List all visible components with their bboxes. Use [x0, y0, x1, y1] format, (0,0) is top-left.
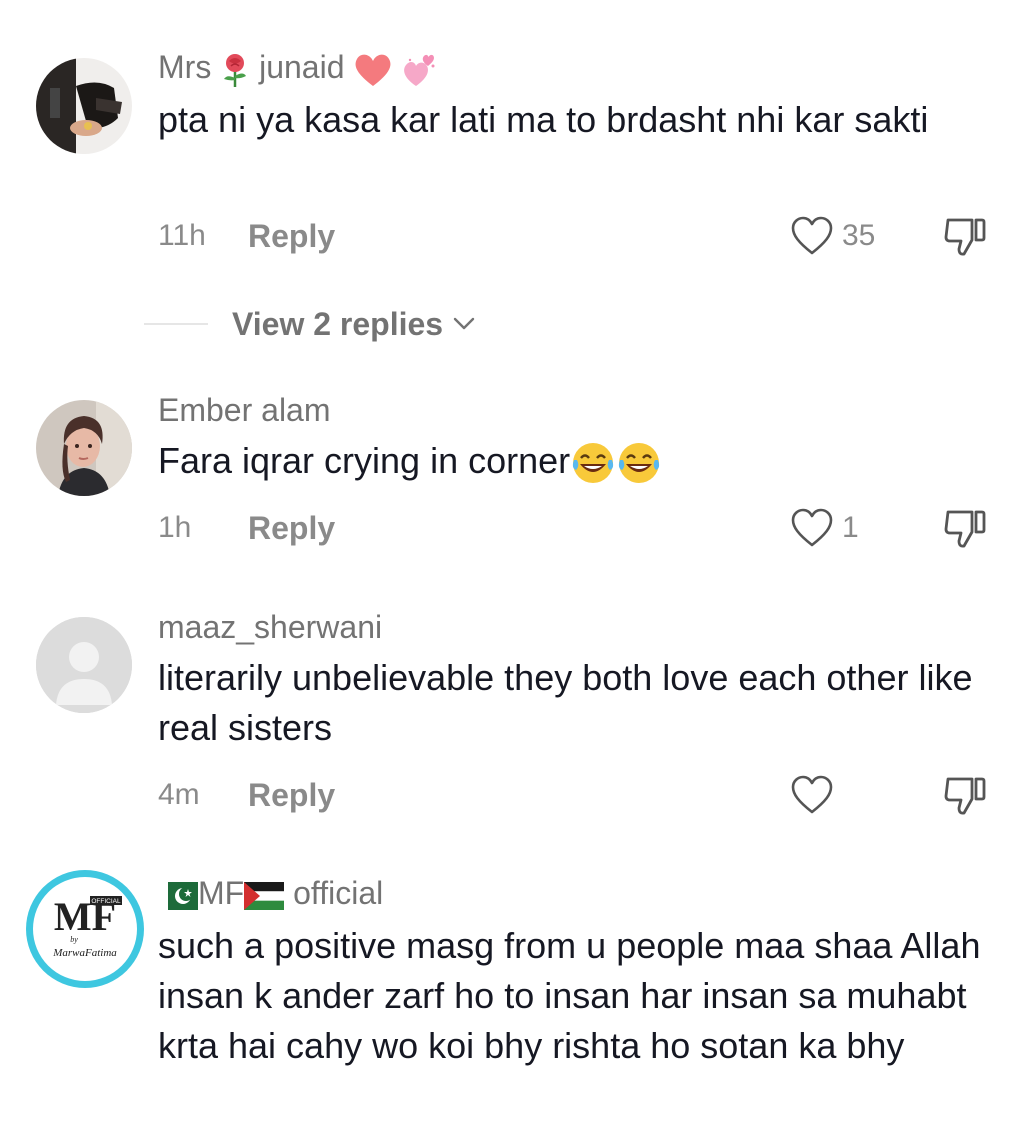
comment-actions: 1h Reply 1 [158, 508, 998, 548]
reply-button[interactable]: Reply [248, 508, 335, 548]
reply-button[interactable]: Reply [248, 216, 335, 256]
thumbs-down-icon [944, 510, 986, 548]
heart-outline-icon [791, 508, 833, 547]
comment-timestamp: 4m [158, 778, 200, 811]
comment-text-content: Fara iqrar crying in corner [158, 440, 571, 481]
comment-actions: 4m Reply [158, 775, 998, 815]
comment-timestamp: 1h [158, 511, 192, 544]
avatar[interactable] [36, 58, 132, 154]
thumbs-down-icon [944, 218, 986, 256]
laughing-tears-emoji [573, 443, 614, 484]
heart-outline-icon [791, 216, 833, 255]
rose-emoji [224, 53, 247, 87]
comment-text: such a positive masg from u people maa s… [158, 925, 981, 1066]
comment-timestamp: 11h [158, 219, 206, 252]
palestine-flag-icon [244, 881, 285, 910]
sparkling-hearts-emoji [404, 54, 435, 86]
reply-button[interactable]: Reply [248, 775, 335, 815]
comment-text: pta ni ya kasa kar lati ma to brdasht nh… [158, 99, 929, 140]
heart-outline-icon [791, 775, 833, 814]
comment-text: Fara iqrar crying in corner [158, 436, 988, 486]
view-replies-label: View 2 replies [232, 305, 444, 342]
avatar-name: MarwaFatima [52, 947, 117, 959]
chevron-down-icon [453, 317, 475, 330]
avatar[interactable] [36, 617, 132, 713]
comment-username[interactable]: MF official [158, 874, 383, 912]
heart-emoji [355, 54, 391, 86]
like-count: 35 [842, 219, 876, 252]
dislike-button[interactable] [942, 214, 988, 258]
avatar[interactable]: MF OFFICIAL by MarwaFatima [24, 868, 146, 990]
comment-actions: 11h Reply 35 [158, 216, 998, 256]
thumbs-down-icon [944, 777, 986, 815]
like-count: 1 [842, 511, 859, 544]
dislike-button[interactable] [942, 506, 988, 550]
avatar-official: OFFICIAL [91, 898, 121, 905]
comment-username[interactable]: Ember alam [158, 391, 331, 429]
comment-username[interactable]: Mrs junaid [158, 48, 438, 88]
default-avatar-icon [36, 617, 132, 713]
pakistan-flag-icon [158, 881, 198, 910]
view-replies-button[interactable]: View 2 replies [144, 302, 475, 346]
comment-username[interactable]: maaz_sherwani [158, 608, 382, 646]
avatar[interactable] [36, 400, 132, 496]
laughing-tears-emoji [619, 443, 660, 484]
dislike-button[interactable] [942, 773, 988, 817]
like-button[interactable]: 35 [790, 216, 875, 256]
divider-line [144, 323, 208, 325]
like-button[interactable] [790, 775, 842, 815]
comment-text: literarily unbelievable they both love e… [158, 657, 973, 748]
like-button[interactable]: 1 [790, 508, 859, 548]
avatar-by: by [70, 935, 78, 944]
